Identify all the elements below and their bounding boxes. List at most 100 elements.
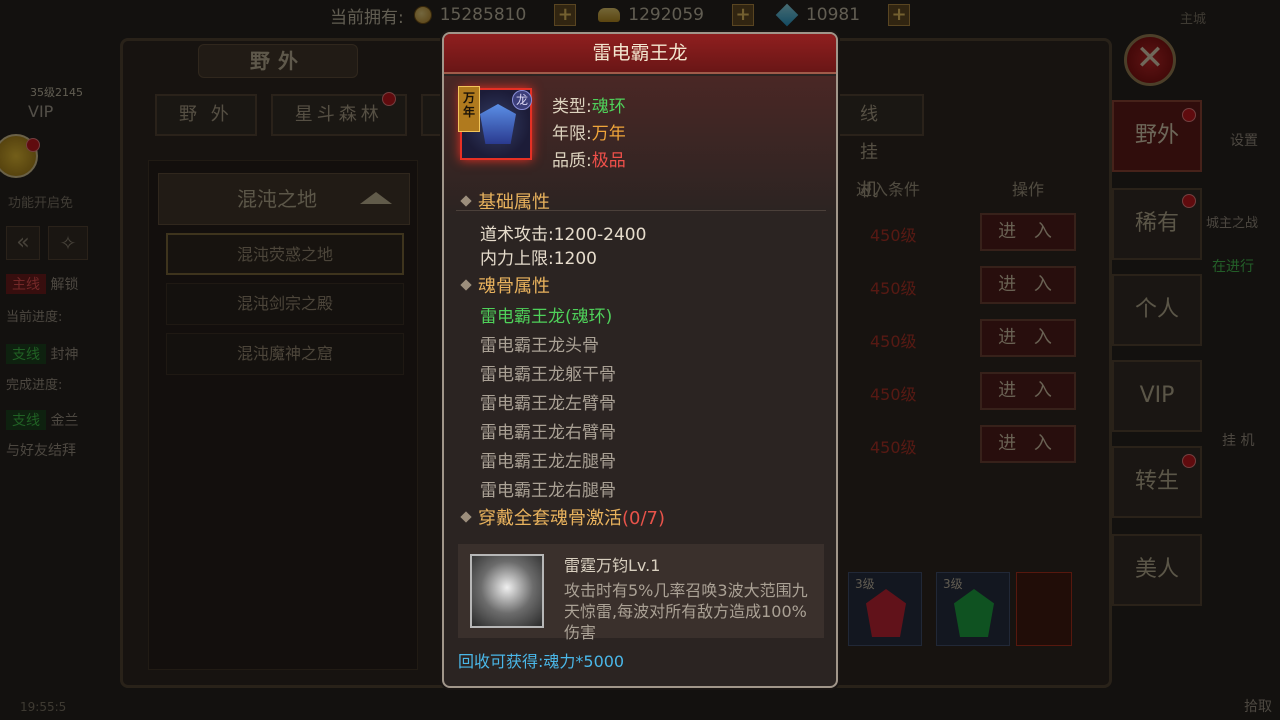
main-city-button[interactable]: 主城 [1180,8,1206,27]
add-diamond-button[interactable]: + [888,4,911,26]
pickup-button[interactable]: 拾取 [1244,696,1272,716]
sub-item-chaos-1[interactable]: 混沌荧惑之地 [166,233,404,275]
quest-tag: 主线 [6,274,46,294]
age-row: 年限:万年 [552,119,626,144]
col-operate: 操作 [1012,180,1045,199]
lightning-skill-icon [470,554,544,628]
type-label: 类型: [552,97,592,117]
diamond-amount: 10981 [805,5,861,25]
quest-side-2[interactable]: 支线 金兰 [6,410,78,430]
tooltip-title: 雷电霸王龙 [444,34,836,74]
enter-button[interactable]: 进 入 [980,266,1076,304]
gold-amount: 15285810 [439,5,527,25]
rtab-beauty[interactable]: 美人 [1112,534,1202,606]
bone-line: 雷电霸王龙(魂环) [480,307,613,327]
skill-name: 雷霆万钧Lv.1 [564,556,661,575]
quest-side-1[interactable]: 支线 封神 [6,344,78,364]
bone-attr-label: 魂骨属性 [478,276,550,297]
type-row: 类型:魂环 [552,92,626,117]
enter-button[interactable]: 进 入 [980,425,1076,463]
row-level: 450级 [870,385,917,404]
map-tabs: 野 外 星斗森林 混 [155,94,491,136]
add-gold-button[interactable]: + [554,4,577,26]
notify-dot-icon [382,92,396,106]
collapse-arrow-icon[interactable]: « [6,226,40,260]
feature-hint: 功能开启免 [8,196,74,211]
enter-button[interactable]: 进 入 [980,213,1076,251]
row-level: 450级 [870,438,917,457]
skill-description: 攻击时有5%几率召唤3波大范围九天惊雷,每波对所有敌方造成100%伤害 [564,581,808,642]
enter-button[interactable]: 进 入 [980,319,1076,357]
reward-gem-red[interactable]: 3级 [848,572,922,646]
notify-dot-icon [1182,194,1196,208]
red-gem-icon [866,589,906,637]
set-bonus-label: 穿戴全套魂骨激活 [478,508,622,529]
clock: 19:55:5 [20,700,67,714]
diamond-bullet-icon [460,511,472,523]
panel-title: 野外 [198,44,358,78]
tab-offline-hang[interactable]: 线挂机 [836,94,924,201]
attr-line: 内力上限:1200 [480,249,597,269]
diamond-icon [775,3,799,27]
set-bonus-title: 穿戴全套魂骨激活(0/7) [460,504,665,530]
recycle-reward: 回收可获得:魂力*5000 [458,652,625,671]
row-level: 450级 [870,332,917,351]
quest-tag: 支线 [6,410,46,430]
quest-text: 金兰 [50,413,79,429]
tab-wild[interactable]: 野 外 [155,94,257,136]
diamond-bullet-icon [460,195,472,207]
bone-attr-title: 魂骨属性 [460,272,550,298]
quest-text: 封神 [50,347,79,363]
bone-line: 雷电霸王龙右腿骨 [480,481,616,501]
type-value: 魂环 [591,97,626,117]
bone-line: 雷电霸王龙左臂骨 [480,394,616,414]
reward-gem-green[interactable]: 3级 [936,572,1010,646]
player-level: 35级2145 [30,86,83,99]
rtab-personal[interactable]: 个人 [1112,274,1202,346]
quality-label: 品质: [552,151,592,171]
quest-progress: 完成进度: [6,378,63,393]
age-label: 年限: [552,124,592,144]
green-gem-icon [954,589,994,637]
quest-progress: 当前进度: [6,310,63,325]
add-ingot-button[interactable]: + [731,4,754,26]
city-war-status: 在进行 [1212,259,1254,275]
col-condition: 进入条件 [856,180,921,199]
gold-coin-icon [413,6,432,24]
notify-dot-icon [26,138,40,152]
row-level: 450级 [870,226,917,245]
tools-icon[interactable]: ✧ [48,226,88,260]
quest-main[interactable]: 主线 解锁 [6,274,78,294]
row-level: 450级 [870,279,917,298]
attr-line: 道术攻击:1200-2400 [480,225,647,245]
quest-text: 解锁 [50,277,79,293]
skill-box: 雷霆万钧Lv.1 攻击时有5%几率召唤3波大范围九天惊雷,每波对所有敌方造成10… [458,544,824,642]
bone-line: 雷电霸王龙左腿骨 [480,452,616,472]
gem-level: 3级 [943,577,963,591]
close-button[interactable]: ✕ [1124,34,1176,86]
diamond-bullet-icon [460,279,472,291]
sub-item-chaos-3[interactable]: 混沌魔神之窟 [166,333,404,375]
quality-value: 极品 [591,151,626,171]
ingot-amount: 1292059 [628,5,704,25]
settings-button[interactable]: 设置 [1230,130,1258,150]
chevron-up-icon[interactable] [360,192,392,204]
item-tooltip: 雷电霸王龙 万年 龙 类型:魂环 年限:万年 品质:极品 基础属性 道术攻击:1… [442,32,838,688]
bone-line: 雷电霸王龙躯干骨 [480,365,616,385]
table-header: 进入条件 操作 [836,168,1092,204]
notify-dot-icon [1182,454,1196,468]
quest-desc: 与好友结拜 [6,443,76,459]
base-attr-label: 基础属性 [478,192,550,213]
city-war-button[interactable]: 城主之战 [1206,212,1258,231]
hang-button[interactable]: 挂 机 [1222,430,1254,450]
age-value: 万年 [591,124,626,144]
base-attr-title: 基础属性 [460,188,550,214]
reward-list: 3级 3级 [836,568,1076,650]
notify-dot-icon [1182,108,1196,122]
treasure-chest-icon[interactable] [1016,572,1072,646]
bone-line: 雷电霸王龙右臂骨 [480,423,616,443]
enter-button[interactable]: 进 入 [980,372,1076,410]
rtab-vip[interactable]: VIP [1112,360,1202,432]
vip-label[interactable]: VIP [28,102,53,121]
sub-item-chaos-2[interactable]: 混沌剑宗之殿 [166,283,404,325]
